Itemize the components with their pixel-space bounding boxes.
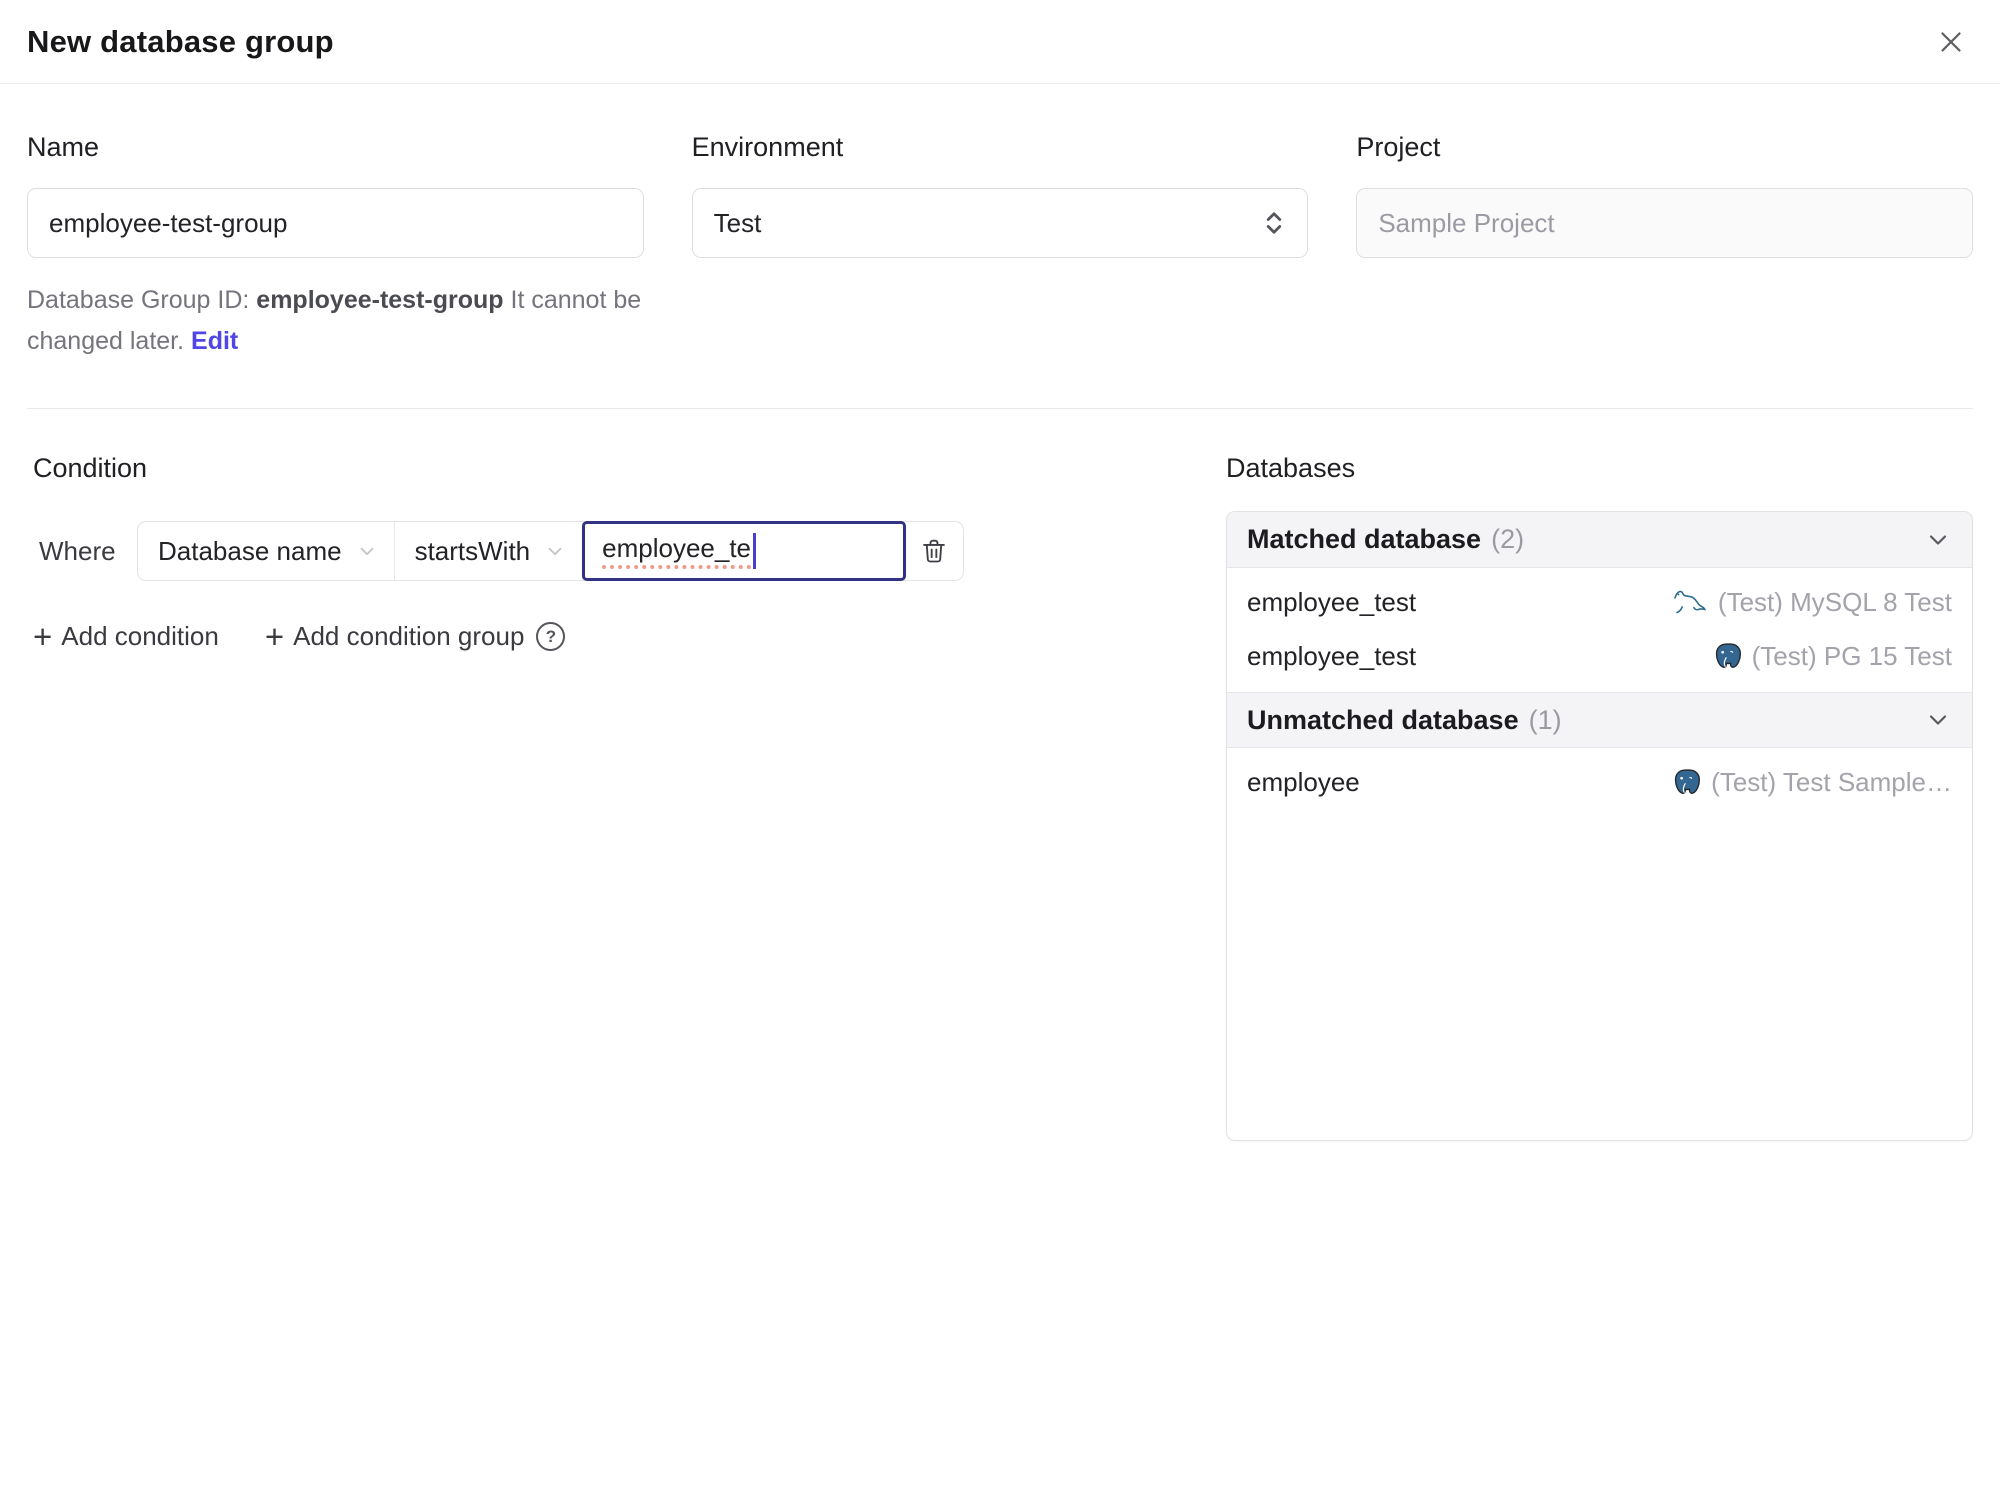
name-field-group: Name: [27, 128, 644, 258]
form-grid: Name Environment Test Project Sample Pro…: [0, 84, 2000, 258]
database-instance: (Test) Test Sample…: [1670, 767, 1952, 798]
environment-value: Test: [713, 207, 762, 238]
database-instance-label: (Test) MySQL 8 Test: [1717, 586, 1952, 617]
database-name: employee: [1247, 766, 1360, 797]
database-instance-label: (Test) PG 15 Test: [1751, 640, 1952, 671]
environment-label: Environment: [691, 132, 844, 162]
edit-id-link[interactable]: Edit: [191, 327, 238, 355]
condition-section: Condition Where Database name startsWith: [27, 451, 1226, 1141]
database-instance: (Test) MySQL 8 Test: [1672, 587, 1952, 618]
close-button[interactable]: [1932, 23, 1970, 61]
name-input[interactable]: [27, 188, 644, 258]
id-hint-prefix: Database Group ID:: [27, 286, 257, 314]
environment-select[interactable]: Test: [691, 188, 1309, 258]
matched-database-header[interactable]: Matched database (2): [1227, 512, 1972, 568]
main-area: Condition Where Database name startsWith: [0, 409, 2000, 1141]
database-row: employee (Test) Test Sample…: [1227, 755, 1972, 809]
condition-field-value: Database name: [158, 535, 342, 566]
where-label: Where: [39, 535, 116, 566]
condition-field-select[interactable]: Database name: [138, 522, 395, 580]
postgres-icon: [1711, 641, 1742, 672]
add-condition-group-label: Add condition group: [293, 621, 525, 651]
project-value: Sample Project: [1378, 207, 1555, 238]
close-icon: [1936, 27, 1966, 57]
unmatched-database-title: Unmatched database: [1247, 704, 1519, 735]
plus-icon: +: [33, 617, 53, 655]
unmatched-database-rows: employee (Test) Test Sample…: [1227, 748, 1972, 818]
chevron-down-icon: [1924, 706, 1952, 734]
database-instance-label: (Test) Test Sample…: [1711, 766, 1952, 797]
text-cursor: [753, 533, 757, 569]
chevron-down-icon: [544, 540, 566, 562]
project-field-group: Project Sample Project: [1356, 128, 1973, 258]
database-group-id-hint: Database Group ID: employee-test-group I…: [0, 280, 702, 362]
trash-icon: [920, 537, 948, 565]
chevron-down-icon: [356, 540, 378, 562]
database-name: employee_test: [1247, 586, 1417, 617]
add-condition-group-button[interactable]: + Add condition group ?: [264, 617, 566, 655]
dialog-header: New database group: [0, 0, 2000, 84]
database-row: employee_test (Test) PG 15 Test: [1227, 629, 1972, 683]
database-instance: (Test) PG 15 Test: [1711, 641, 1952, 672]
mysql-icon: [1672, 587, 1708, 617]
delete-condition-button[interactable]: [905, 522, 963, 580]
matched-database-count: (2): [1491, 524, 1525, 554]
environment-field-group: Environment Test: [691, 128, 1309, 258]
database-name: employee_test: [1247, 640, 1417, 671]
name-label: Name: [27, 132, 100, 162]
project-field-disabled: Sample Project: [1356, 188, 1973, 258]
unmatched-database-header[interactable]: Unmatched database (1): [1227, 692, 1972, 748]
condition-value-input[interactable]: employee_te: [582, 521, 907, 581]
condition-expression-group: Database name startsWith employee_te: [137, 521, 965, 581]
add-condition-label: Add condition: [61, 621, 219, 651]
databases-panel: Matched database (2) employee_test (Test…: [1226, 511, 1973, 1141]
condition-operator-select[interactable]: startsWith: [395, 522, 584, 580]
chevron-down-icon: [1924, 526, 1952, 554]
dialog-title: New database group: [27, 23, 334, 59]
id-hint-value: employee-test-group: [256, 286, 504, 314]
databases-heading: Databases: [1226, 453, 1356, 483]
help-icon[interactable]: ?: [536, 622, 566, 651]
database-row: employee_test (Test) MySQL 8 Test: [1227, 575, 1972, 629]
condition-actions: + Add condition + Add condition group ?: [27, 617, 1226, 655]
select-stepper-icon: [1262, 208, 1286, 238]
condition-operator-value: startsWith: [414, 535, 531, 566]
condition-heading: Condition: [33, 453, 148, 483]
postgres-icon: [1670, 767, 1701, 798]
condition-value-text: employee_te: [602, 533, 752, 569]
condition-row: Where Database name startsWith employee_…: [27, 521, 1226, 581]
project-label: Project: [1356, 132, 1441, 162]
matched-database-rows: employee_test (Test) MySQL 8 Test employ…: [1227, 568, 1972, 692]
add-condition-button[interactable]: + Add condition: [33, 617, 219, 655]
matched-database-title: Matched database: [1247, 524, 1482, 554]
plus-icon: +: [264, 617, 285, 655]
unmatched-database-count: (1): [1528, 704, 1562, 735]
databases-section: Databases Matched database (2) employee_…: [1226, 451, 1973, 1141]
